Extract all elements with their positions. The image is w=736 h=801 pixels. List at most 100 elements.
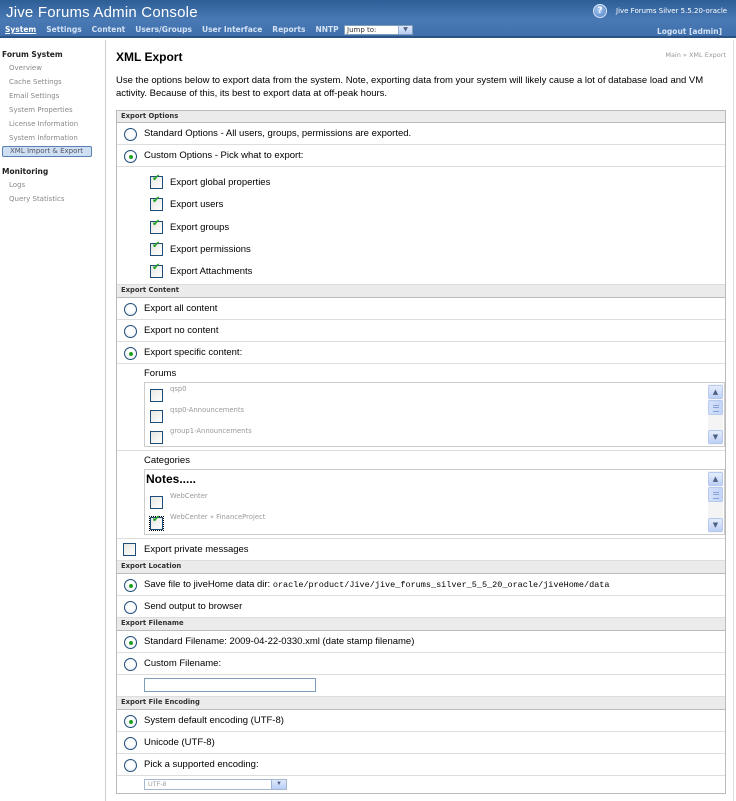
nav-user-interface[interactable]: User Interface: [202, 25, 262, 34]
checkbox[interactable]: [150, 410, 163, 423]
forum-label: group1-Announcements: [170, 427, 252, 435]
radio-encoding-pick[interactable]: [124, 759, 137, 772]
checkbox[interactable]: [150, 389, 163, 402]
sidebar-item-query-statistics[interactable]: Query Statistics: [9, 192, 105, 206]
page-title: XML Export: [116, 50, 183, 64]
nav-nntp[interactable]: NNTP: [315, 25, 338, 34]
nav-settings[interactable]: Settings: [46, 25, 81, 34]
encoding-default[interactable]: System default encoding (UTF-8): [117, 710, 725, 732]
option-custom[interactable]: Custom Options - Pick what to export:: [117, 145, 725, 167]
radio-location-save[interactable]: [124, 579, 137, 592]
sidebar-heading-monitoring: Monitoring: [2, 167, 49, 176]
nav-users-groups[interactable]: Users/Groups: [135, 25, 192, 34]
check-label: Export global properties: [170, 177, 271, 188]
scroll-up-icon[interactable]: ▲: [708, 472, 723, 486]
scroll-down-icon[interactable]: ▼: [708, 518, 723, 532]
scroll-down-icon[interactable]: ▼: [708, 430, 723, 444]
private-messages[interactable]: Export private messages: [117, 539, 725, 561]
main-nav: System Settings Content Users/Groups Use…: [5, 25, 349, 34]
sidebar-item-email-settings[interactable]: Email Settings: [9, 89, 105, 103]
content-all[interactable]: Export all content: [117, 298, 725, 320]
section-export-location: Export Location: [117, 561, 725, 574]
scroll-thumb[interactable]: [708, 400, 723, 415]
sidebar-item-license-information[interactable]: License Information: [9, 117, 105, 131]
forums-scrollbar[interactable]: ▲ ▼: [708, 384, 723, 445]
radio-content-specific[interactable]: [124, 347, 137, 360]
checkbox[interactable]: [150, 431, 163, 444]
filename-custom[interactable]: Custom Filename:: [117, 653, 725, 675]
jump-to-select[interactable]: Jump to: ▼: [344, 25, 413, 35]
encoding-unicode[interactable]: Unicode (UTF-8): [117, 732, 725, 754]
section-export-content: Export Content: [117, 285, 725, 298]
nav-content[interactable]: Content: [92, 25, 126, 34]
checkbox[interactable]: [150, 218, 163, 234]
help-icon[interactable]: ?: [593, 4, 607, 18]
radio-encoding-default[interactable]: [124, 715, 137, 728]
forums-label: Forums: [144, 368, 177, 379]
breadcrumb[interactable]: Main » XML Export: [665, 51, 726, 59]
location-save-label: Save file to jiveHome data dir:: [144, 579, 271, 590]
location-browser[interactable]: Send output to browser: [117, 596, 725, 618]
radio-filename-standard[interactable]: [124, 636, 137, 649]
filename-standard[interactable]: Standard Filename: 2009-04-22-0330.xml (…: [117, 631, 725, 653]
content-specific[interactable]: Export specific content:: [117, 342, 725, 364]
encoding-select-row: UTF-8 ▼: [117, 776, 725, 793]
radio-encoding-unicode[interactable]: [124, 737, 137, 750]
version-label: Jive Forums Silver 5.5.20-oracle: [616, 7, 728, 15]
sidebar-item-system-information[interactable]: System Information: [9, 131, 105, 145]
radio-custom[interactable]: [124, 150, 137, 163]
encoding-pick[interactable]: Pick a supported encoding:: [117, 754, 725, 776]
intro-text: Use the options below to export data fro…: [116, 75, 704, 99]
logout-link[interactable]: Logout [admin]: [657, 27, 722, 36]
option-custom-label: Custom Options - Pick what to export:: [144, 150, 304, 161]
sidebar-item-system-properties[interactable]: System Properties: [9, 103, 105, 117]
filename-custom-label: Custom Filename:: [144, 658, 222, 669]
checkbox[interactable]: [150, 262, 163, 278]
content-specific-label: Export specific content:: [144, 347, 243, 358]
encoding-unicode-label: Unicode (UTF-8): [144, 737, 215, 748]
checkbox[interactable]: [150, 496, 163, 509]
radio-standard[interactable]: [124, 128, 137, 141]
encoding-default-label: System default encoding (UTF-8): [144, 715, 284, 726]
radio-content-none[interactable]: [124, 325, 137, 338]
checkbox[interactable]: [150, 195, 163, 211]
sidebar: Forum System Overview Cache Settings Ema…: [0, 40, 106, 801]
content-none-label: Export no content: [144, 325, 219, 336]
forums-block: Forums qsp0 qsp0-Announcements group1-An…: [117, 364, 725, 451]
location-save[interactable]: Save file to jiveHome data dir: oracle/p…: [117, 574, 725, 596]
nav-reports[interactable]: Reports: [272, 25, 305, 34]
radio-location-browser[interactable]: [124, 601, 137, 614]
encoding-select[interactable]: UTF-8 ▼: [144, 779, 287, 790]
check-label: Export Attachments: [170, 266, 253, 277]
content-none[interactable]: Export no content: [117, 320, 725, 342]
sidebar-item-cache-settings[interactable]: Cache Settings: [9, 75, 105, 89]
location-save-path: oracle/product/Jive/jive_forums_silver_5…: [272, 580, 610, 590]
forum-label: qsp0: [170, 385, 187, 393]
check-label: Export groups: [170, 222, 230, 233]
custom-options-checks: Export global properties Export users Ex…: [117, 167, 725, 285]
chevron-down-icon: ▼: [271, 780, 286, 789]
option-standard[interactable]: Standard Options - All users, groups, pe…: [117, 123, 725, 145]
scroll-thumb[interactable]: [708, 487, 723, 502]
custom-filename-input[interactable]: [144, 678, 316, 692]
forums-listbox[interactable]: qsp0 qsp0-Announcements group1-Announcem…: [144, 382, 725, 447]
sidebar-item-overview[interactable]: Overview: [9, 61, 105, 75]
sidebar-item-xml-import-export[interactable]: XML Import & Export: [2, 146, 92, 157]
radio-filename-custom[interactable]: [124, 658, 137, 671]
checkbox-private-messages[interactable]: [123, 543, 136, 556]
sidebar-heading-forum-system: Forum System: [2, 50, 63, 59]
app-title: Jive Forums Admin Console: [6, 4, 198, 21]
radio-content-all[interactable]: [124, 303, 137, 316]
checkbox[interactable]: [150, 173, 163, 189]
categories-scrollbar[interactable]: ▲ ▼: [708, 471, 723, 533]
sidebar-item-logs[interactable]: Logs: [9, 178, 105, 192]
categories-block: Categories Notes..... WebCenter WebCente…: [117, 451, 725, 539]
location-browser-label: Send output to browser: [144, 601, 243, 612]
content-all-label: Export all content: [144, 303, 218, 314]
checkbox[interactable]: [150, 240, 163, 256]
filename-standard-label: Standard Filename: 2009-04-22-0330.xml (…: [144, 636, 415, 647]
nav-system[interactable]: System: [5, 25, 36, 34]
checkbox[interactable]: [149, 514, 164, 531]
categories-listbox[interactable]: Notes..... WebCenter WebCenter » Finance…: [144, 469, 725, 535]
scroll-up-icon[interactable]: ▲: [708, 385, 723, 399]
